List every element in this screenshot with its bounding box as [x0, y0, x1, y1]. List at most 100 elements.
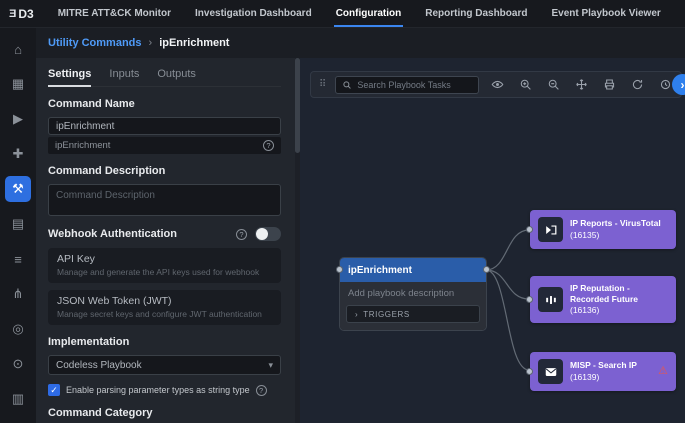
- panel-tabs: Settings Inputs Outputs: [48, 66, 281, 87]
- help-icon[interactable]: ?: [256, 385, 267, 396]
- api-key-card[interactable]: API Key Manage and generate the API keys…: [48, 248, 281, 283]
- nav-tab-event-playbook-viewer[interactable]: Event Playbook Viewer: [539, 0, 672, 27]
- left-icon-rail: ⌂ ▦ ▶ ✚ ⚒ ▤ ≡ ⋔ ◎ ⊙ ▥ ϟ: [0, 28, 36, 423]
- task-id: (16139): [570, 372, 637, 383]
- rail-item-home[interactable]: ⌂: [5, 36, 31, 62]
- root-node-footer: › TRIGGERS: [340, 302, 486, 330]
- breadcrumb: Utility Commands › ipEnrichment: [36, 28, 685, 58]
- webhook-toggle[interactable]: [255, 227, 281, 241]
- command-name-version-value: ipEnrichment: [55, 140, 110, 151]
- rail-item-connections[interactable]: ⋔: [5, 281, 31, 307]
- task-node-misp[interactable]: MISP - Search IP (16139) ⚠: [530, 352, 676, 391]
- search-input[interactable]: [357, 80, 469, 90]
- jwt-description: Manage secret keys and configure JWT aut…: [57, 309, 272, 319]
- printer-icon: [603, 78, 616, 91]
- triggers-label: TRIGGERS: [363, 310, 410, 319]
- task-node-virustotal[interactable]: IP Reports - VirusTotal (16135): [530, 210, 676, 249]
- misp-icon: [538, 359, 563, 384]
- root-node-header[interactable]: ipEnrichment: [340, 258, 486, 282]
- toolbar-icon-group: [490, 77, 673, 92]
- preview-button[interactable]: [490, 77, 505, 92]
- parse-option-row: ✓ Enable parsing parameter types as stri…: [48, 384, 281, 396]
- zoom-out-icon: [547, 78, 560, 91]
- api-key-description: Manage and generate the API keys used fo…: [57, 267, 272, 277]
- rail-item-utility-commands[interactable]: ⚒: [5, 176, 31, 202]
- app-logo[interactable]: E D3: [0, 7, 46, 21]
- input-port[interactable]: [526, 368, 533, 375]
- toolbar-action-button[interactable]: ›: [672, 74, 685, 95]
- monitoring-icon: ⊙: [13, 356, 24, 372]
- history-button[interactable]: [658, 77, 673, 92]
- refresh-button[interactable]: [630, 77, 645, 92]
- help-icon[interactable]: ?: [236, 229, 247, 240]
- schedule-icon: ▤: [12, 216, 24, 232]
- print-button[interactable]: [602, 77, 617, 92]
- report-icon: ▥: [12, 391, 24, 407]
- playbook-canvas[interactable]: ⠿: [300, 58, 685, 423]
- webhook-authentication-row: Webhook Authentication ?: [48, 227, 281, 241]
- breadcrumb-current: ipEnrichment: [159, 37, 229, 49]
- rail-item-schedule[interactable]: ▤: [5, 211, 31, 237]
- d3-logo-icon: E: [9, 8, 16, 20]
- playbook-task-search[interactable]: [335, 76, 479, 94]
- toggle-knob: [256, 228, 268, 240]
- command-name-version-row[interactable]: ipEnrichment ?: [48, 137, 281, 154]
- task-label: IP Reputation - Recorded Future (16136): [570, 283, 668, 316]
- warning-icon[interactable]: ⚠: [658, 366, 668, 377]
- help-icon[interactable]: ?: [263, 140, 274, 151]
- playbook-root-node[interactable]: ipEnrichment Add playbook description › …: [340, 258, 486, 330]
- triggers-button[interactable]: › TRIGGERS: [346, 305, 480, 323]
- command-description-label: Command Description: [48, 165, 281, 177]
- eye-icon: [491, 78, 504, 91]
- rail-item-data-stack[interactable]: ≡: [5, 246, 31, 272]
- fit-view-button[interactable]: [574, 77, 589, 92]
- integrations-icon: ✚: [13, 146, 24, 162]
- zoom-in-button[interactable]: [518, 77, 533, 92]
- virustotal-icon: [538, 217, 563, 242]
- clock-history-icon: [659, 78, 672, 91]
- canvas-toolbar: ⠿: [310, 71, 682, 98]
- home-icon: ⌂: [14, 42, 22, 57]
- nav-tab-configuration[interactable]: Configuration: [324, 0, 414, 27]
- nav-tab-mitre-attck-monitor[interactable]: MITRE ATT&CK Monitor: [46, 0, 183, 27]
- nav-tab-investigation-dashboard[interactable]: Investigation Dashboard: [183, 0, 324, 27]
- command-name-input[interactable]: [48, 117, 281, 135]
- app-root: E D3 MITRE ATT&CK Monitor Investigation …: [0, 0, 685, 423]
- task-title: IP Reputation - Recorded Future: [570, 283, 638, 304]
- breadcrumb-separator: ›: [149, 37, 153, 49]
- task-id: (16135): [570, 230, 661, 241]
- parse-option-checkbox[interactable]: ✓: [48, 384, 60, 396]
- rail-item-monitoring[interactable]: ⊙: [5, 351, 31, 377]
- input-port[interactable]: [526, 296, 533, 303]
- rail-item-reports[interactable]: ▥: [5, 386, 31, 412]
- chevron-right-icon: ›: [355, 310, 358, 319]
- drag-handle-icon[interactable]: ⠿: [319, 79, 326, 90]
- jwt-card[interactable]: JSON Web Token (JWT) Manage secret keys …: [48, 290, 281, 325]
- zoom-in-icon: [519, 78, 532, 91]
- rail-item-calendar[interactable]: ▦: [5, 71, 31, 97]
- tab-outputs[interactable]: Outputs: [157, 66, 196, 86]
- move-arrows-icon: [575, 78, 588, 91]
- recorded-future-icon: [538, 287, 563, 312]
- parse-option-label: Enable parsing parameter types as string…: [66, 385, 250, 395]
- tab-inputs[interactable]: Inputs: [109, 66, 139, 86]
- broadcast-icon: ◎: [12, 321, 23, 337]
- task-node-recorded-future[interactable]: IP Reputation - Recorded Future (16136): [530, 276, 676, 323]
- breadcrumb-utility-commands[interactable]: Utility Commands: [48, 37, 142, 49]
- output-port[interactable]: [483, 266, 490, 273]
- tab-settings[interactable]: Settings: [48, 66, 91, 87]
- input-port[interactable]: [526, 226, 533, 233]
- rail-item-media[interactable]: ▶: [5, 106, 31, 132]
- rail-item-integrations[interactable]: ✚: [5, 141, 31, 167]
- chevron-down-icon: ▾: [268, 360, 273, 371]
- input-port[interactable]: [336, 266, 343, 273]
- task-id: (16136): [570, 305, 668, 316]
- implementation-select[interactable]: Codeless Playbook ▾: [48, 355, 281, 375]
- command-description-input[interactable]: [48, 184, 281, 216]
- task-title: MISP - Search IP: [570, 360, 637, 370]
- rail-item-broadcast[interactable]: ◎: [5, 316, 31, 342]
- zoom-out-button[interactable]: [546, 77, 561, 92]
- command-category-label: Command Category: [48, 407, 281, 419]
- root-node-description[interactable]: Add playbook description: [340, 282, 486, 302]
- nav-tab-reporting-dashboard[interactable]: Reporting Dashboard: [413, 0, 539, 27]
